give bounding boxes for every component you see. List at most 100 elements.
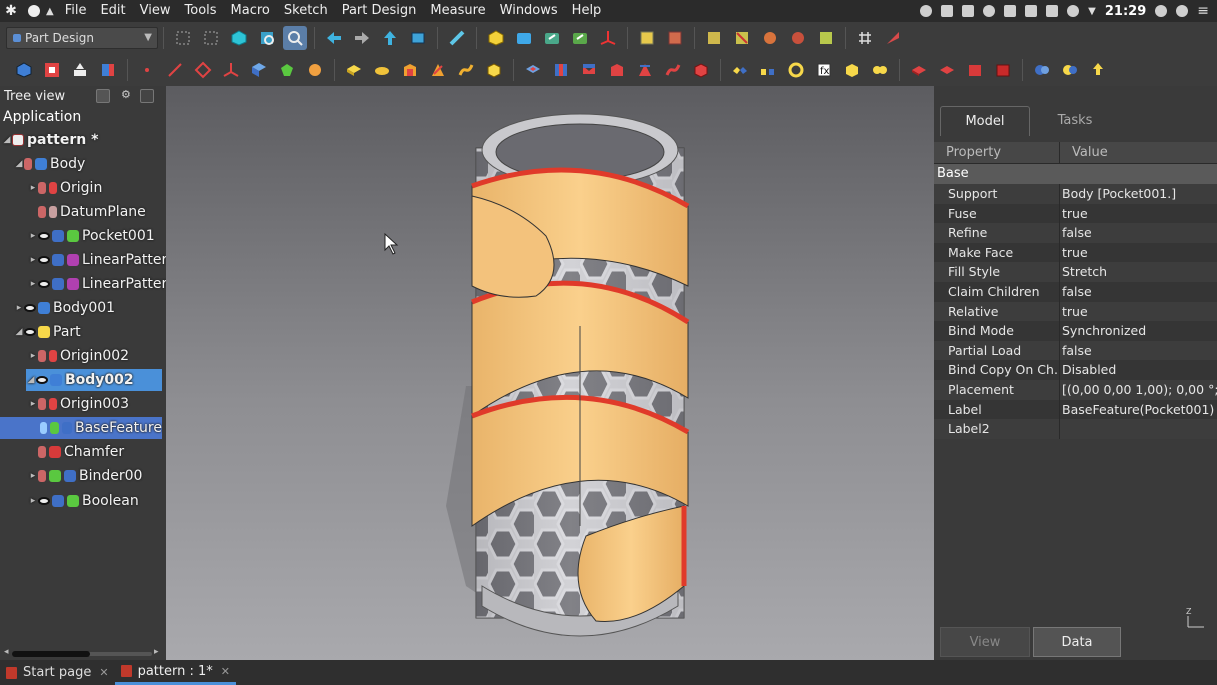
menu-macro[interactable]: Macro [224,0,277,22]
doc-tab-start-page[interactable]: Start page ✕ [0,660,115,685]
expander-closed-icon[interactable]: ▸ [28,183,38,193]
property-group-base[interactable]: Base [934,164,1217,184]
multi-transform-button[interactable] [840,58,864,82]
property-value[interactable]: false [1060,282,1217,302]
expander-closed-icon[interactable]: ▸ [28,255,38,265]
expander-closed-icon[interactable]: ▸ [28,496,38,506]
kde-logo-icon[interactable]: ✱ [0,0,22,22]
macro-execute-button[interactable] [730,26,754,50]
gear-icon[interactable]: ⚙ [121,88,131,101]
menu-file[interactable]: File [58,0,94,22]
tree-node-boolean[interactable]: ▸ Boolean [28,490,139,512]
tree-node-datumplane[interactable]: DatumPlane [38,201,146,223]
tree-node-origin003[interactable]: ▸ Origin003 [28,393,129,415]
subtractive-loft-button[interactable] [605,58,629,82]
view-menu-button[interactable] [406,26,430,50]
tab-view[interactable]: View [940,627,1030,657]
clone-button[interactable] [275,58,299,82]
expander-closed-icon[interactable]: ▸ [28,399,38,409]
expander-open-icon[interactable]: ◢ [26,375,36,385]
property-row[interactable]: Fuse true [934,203,1217,224]
box-select-button[interactable] [171,26,195,50]
menu-tools[interactable]: Tools [178,0,224,22]
datum-plane-button[interactable] [191,58,215,82]
property-value[interactable]: false [1060,223,1217,243]
tab-data[interactable]: Data [1033,627,1121,657]
macro-edit-button[interactable] [702,26,726,50]
create-part-button[interactable] [484,26,508,50]
property-row[interactable]: Bind Copy On Ch... Disabled [934,360,1217,380]
sub-shape-binder-button[interactable] [247,58,271,82]
user-icon[interactable] [1176,5,1189,17]
property-value[interactable]: Body [Pocket001.] [1060,184,1217,204]
menu-view[interactable]: View [133,0,178,22]
visibility-eye-icon[interactable] [36,376,48,384]
scaled-button[interactable]: fx [812,58,836,82]
property-value[interactable]: BaseFeature(Pocket001) [1060,400,1217,420]
tree-node-part[interactable]: ◢ Part [14,321,81,343]
additive-pipe-button[interactable] [426,58,450,82]
menu-windows[interactable]: Windows [493,0,565,22]
property-row[interactable]: Label BaseFeature(Pocket001) [934,399,1217,420]
visibility-eye-icon[interactable] [24,328,36,336]
property-row[interactable]: Relative true [934,301,1217,322]
scroll-right-icon[interactable]: ▸ [154,647,159,657]
pad-button[interactable] [342,58,366,82]
tree-view-toggle-icon[interactable] [96,89,110,103]
property-value[interactable]: Stretch [1060,262,1217,282]
column-header-value[interactable]: Value [1060,142,1108,163]
property-value[interactable]: false [1060,341,1217,361]
hole-button[interactable] [549,58,573,82]
pocket-button[interactable] [521,58,545,82]
make-sub-link-button[interactable] [568,26,592,50]
chamfer-button[interactable] [935,58,959,82]
tree-node-origin[interactable]: ▸ Origin [28,177,103,199]
column-header-property[interactable]: Property [934,142,1060,163]
wifi-icon[interactable] [1067,5,1080,17]
property-value[interactable] [1060,419,1217,439]
property-value[interactable]: true [1060,204,1217,224]
macro-debug-button[interactable] [758,26,782,50]
fit-selection-button[interactable] [283,26,307,50]
3d-viewport[interactable] [166,86,934,660]
macro-record-button[interactable] [635,26,659,50]
tree-node-origin002[interactable]: ▸ Origin002 [28,345,129,367]
property-row[interactable]: Fill Style Stretch [934,262,1217,282]
drop-icon[interactable] [1155,5,1168,17]
create-sketch-button[interactable] [40,58,64,82]
additive-primitive-button[interactable] [482,58,506,82]
view-back-button[interactable] [322,26,346,50]
property-row[interactable]: Partial Load false [934,340,1217,361]
tree-node-chamfer[interactable]: Chamfer [38,441,124,463]
std-view-home-button[interactable] [227,26,251,50]
grid-toggle-button[interactable] [853,26,877,50]
draft-snap-button[interactable] [881,26,905,50]
draft-button[interactable] [963,58,987,82]
visibility-eye-icon[interactable] [38,497,50,505]
datum-line-button[interactable] [163,58,187,82]
fillet-button[interactable] [907,58,931,82]
chevron-down-icon[interactable]: ▼ [1088,6,1096,17]
axis-cross-button[interactable] [596,26,620,50]
menu-help[interactable]: Help [565,0,609,22]
mirrored-button[interactable] [728,58,752,82]
tree-node-linearpattern-1[interactable]: ▸ LinearPatter [28,249,168,271]
boolean-pattern-button[interactable] [868,58,892,82]
bulb-icon[interactable] [920,5,933,17]
tree-node-body002[interactable]: ◢ Body002 [26,369,162,391]
tree-node-body[interactable]: ◢ Body [14,153,86,175]
subtractive-pipe-button[interactable] [633,58,657,82]
hamburger-menu-icon[interactable]: ≡ [1197,3,1209,19]
create-group-button[interactable] [512,26,536,50]
property-row[interactable]: Refine false [934,223,1217,243]
validate-sketch-button[interactable] [68,58,92,82]
doc-tab-pattern[interactable]: pattern : 1* ✕ [114,660,236,685]
expander-open-icon[interactable]: ◢ [14,327,24,337]
box-element-select-button[interactable] [199,26,223,50]
property-row[interactable]: Make Face true [934,242,1217,263]
visibility-eye-icon[interactable] [38,280,50,288]
view-up-button[interactable] [378,26,402,50]
tree-node-linearpattern-2[interactable]: ▸ LinearPatter [28,273,168,295]
subtractive-helix-button[interactable] [661,58,685,82]
expander-open-icon[interactable]: ◢ [14,159,24,169]
